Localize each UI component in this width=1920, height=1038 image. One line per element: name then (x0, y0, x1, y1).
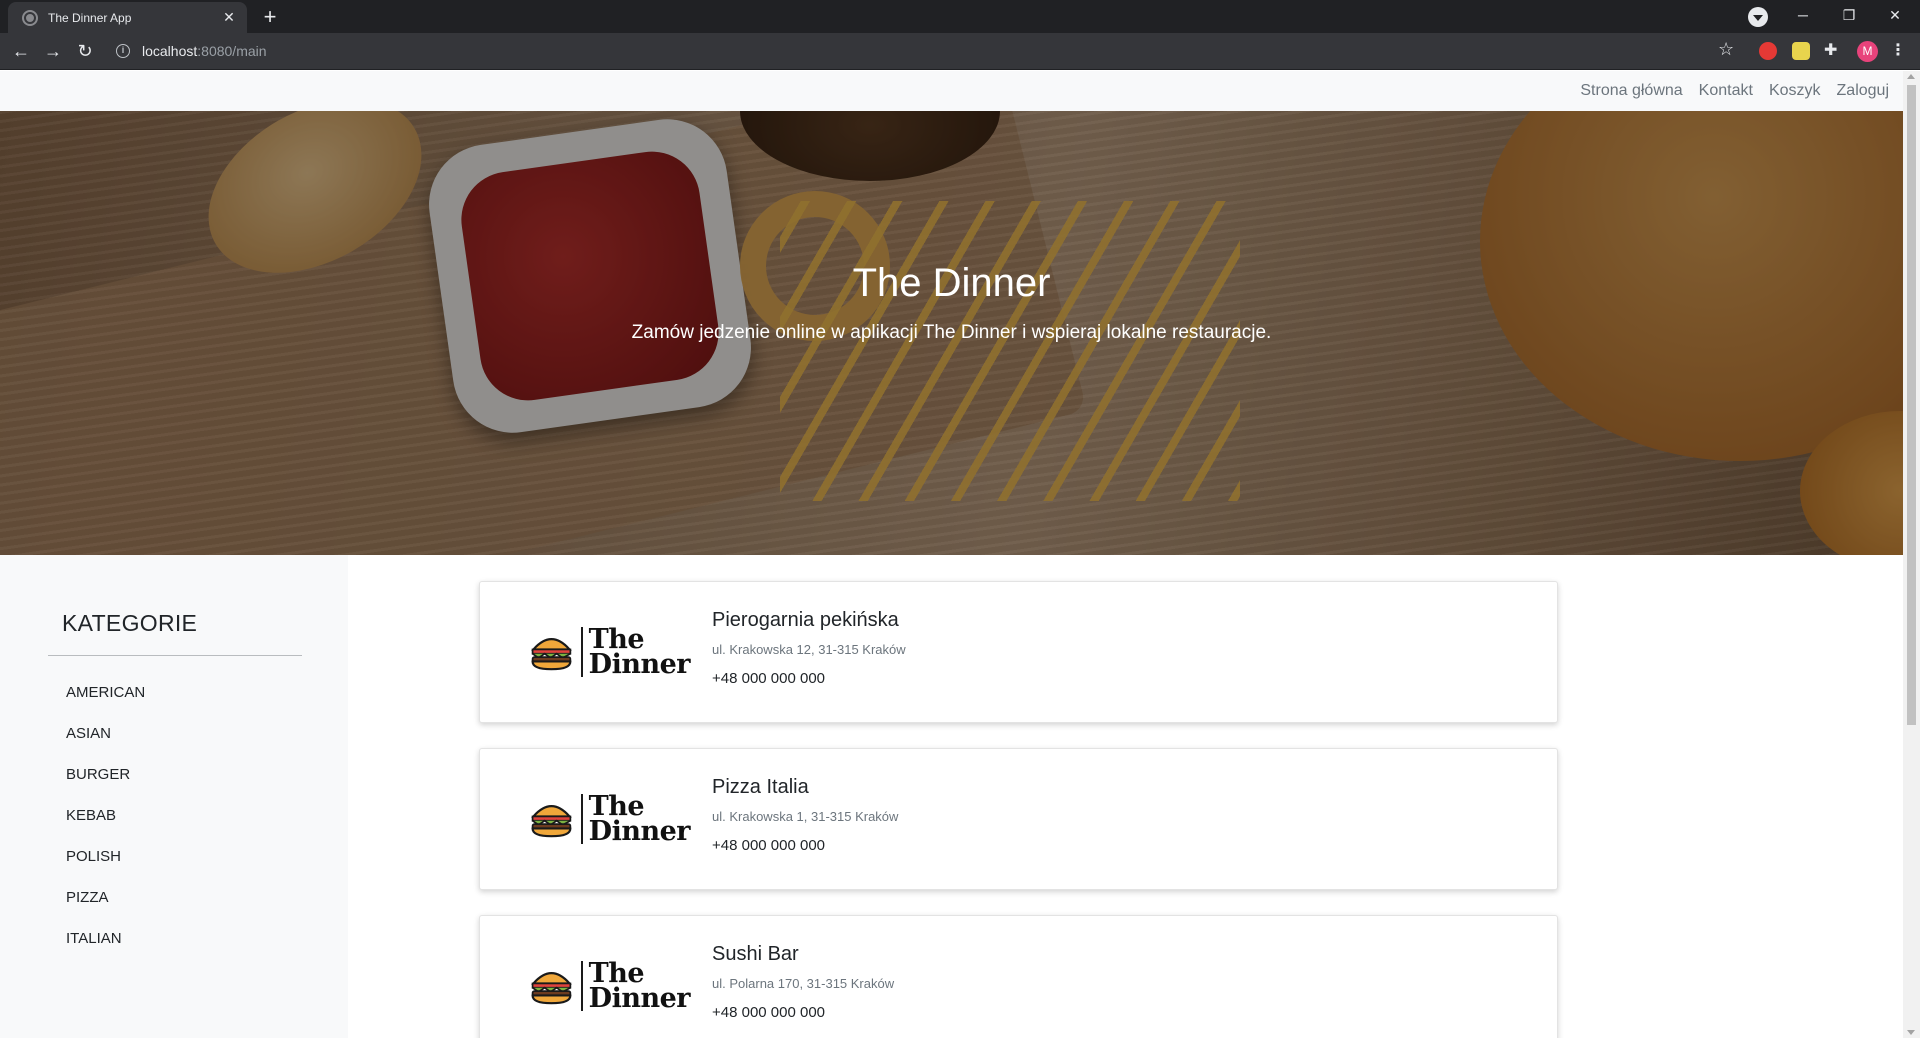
restaurant-phone: +48 000 000 000 (712, 837, 826, 854)
category-title: KATEGORIE (62, 610, 198, 636)
extension-red-icon[interactable] (1759, 42, 1777, 60)
restaurant-address: ul. Krakowska 12, 31-315 Kraków (712, 642, 906, 657)
browser-tab[interactable]: The Dinner App ✕ (8, 2, 247, 33)
restore-button[interactable]: ❐ (1826, 0, 1872, 30)
restaurant-name[interactable]: Pierogarnia pekińska (712, 609, 899, 632)
restaurant-card[interactable]: The Dinner Sushi Bar ul. Polarna 170, 31-… (479, 915, 1558, 1038)
minimize-button[interactable]: ─ (1780, 0, 1826, 30)
category-item-polish[interactable]: POLISH (66, 847, 145, 888)
nav-link-cart[interactable]: Koszyk (1769, 82, 1821, 100)
category-item-american[interactable]: AMERICAN (66, 683, 145, 724)
restaurant-logo: The Dinner (530, 956, 691, 1016)
browser-tab-bar: The Dinner App ✕ + ─ ❐ ✕ (0, 0, 1920, 33)
restaurant-phone: +48 000 000 000 (712, 1004, 826, 1021)
logo-divider (580, 961, 583, 1011)
restaurant-address: ul. Polarna 170, 31-315 Kraków (712, 976, 895, 991)
page-scrollbar[interactable] (1903, 71, 1920, 1038)
restaurant-card[interactable]: The Dinner Pizza Italia ul. Krakowska 1, … (479, 748, 1558, 890)
extensions-puzzle-icon[interactable]: ✚ (1824, 42, 1842, 60)
burger-icon (531, 972, 572, 1005)
address-bar[interactable]: localhost:8080/main (142, 43, 267, 59)
category-list: AMERICAN ASIAN BURGER KEBAB POLISH PIZZA… (66, 683, 145, 970)
forward-arrow-icon[interactable]: → (39, 37, 67, 65)
page: Strona główna Kontakt Koszyk Zaloguj The… (0, 71, 1903, 1038)
extension-yellow-icon[interactable] (1792, 42, 1810, 60)
category-item-burger[interactable]: BURGER (66, 765, 145, 806)
restaurant-logo: The Dinner (530, 789, 691, 849)
logo-line2: Dinner (588, 816, 691, 847)
category-item-italian[interactable]: ITALIAN (66, 929, 145, 970)
restaurant-name[interactable]: Pizza Italia (712, 776, 809, 799)
url-path: :8080/main (197, 43, 267, 59)
restaurant-logo: The Dinner (530, 622, 691, 682)
hero-title: The Dinner (852, 261, 1051, 305)
nav-links: Strona główna Kontakt Koszyk Zaloguj (1580, 71, 1889, 111)
site-info-icon[interactable]: i (116, 44, 130, 58)
tab-title: The Dinner App (48, 10, 132, 25)
scroll-down-arrow-icon[interactable] (1907, 1030, 1915, 1035)
hero-banner: The Dinner Zamów jedzenie online w aplik… (0, 111, 1903, 555)
category-sidebar: KATEGORIE AMERICAN ASIAN BURGER KEBAB PO… (0, 555, 348, 1038)
hero-subtitle: Zamów jedzenie online w aplikacji The Di… (631, 322, 1272, 343)
bookmark-star-icon[interactable]: ☆ (1718, 39, 1734, 60)
nav-link-contact[interactable]: Kontakt (1699, 82, 1753, 100)
close-window-button[interactable]: ✕ (1872, 0, 1918, 30)
new-tab-button[interactable]: + (256, 4, 284, 32)
restaurant-phone: +48 000 000 000 (712, 670, 826, 687)
burger-icon (531, 638, 572, 671)
restaurant-address: ul. Krakowska 1, 31-315 Kraków (712, 809, 899, 824)
category-item-asian[interactable]: ASIAN (66, 724, 145, 765)
url-host: localhost (142, 43, 198, 59)
back-arrow-icon[interactable]: ← (7, 37, 35, 65)
logo-text: The Dinner (588, 626, 691, 680)
browser-toolbar: ← → ↻ i localhost:8080/main ☆ ✚ M ⋮ (0, 33, 1920, 70)
tab-close-icon[interactable]: ✕ (221, 9, 237, 26)
nav-link-home[interactable]: Strona główna (1580, 82, 1682, 100)
category-divider (48, 655, 302, 656)
restaurant-card[interactable]: The Dinner Pierogarnia pekińska ul. Krako… (479, 581, 1558, 723)
scrollbar-thumb[interactable] (1907, 85, 1916, 725)
logo-line2: Dinner (588, 649, 691, 680)
logo-divider (580, 627, 583, 677)
browser-menu-icon[interactable]: ⋮ (1890, 40, 1906, 60)
tab-search-icon[interactable] (1748, 7, 1768, 27)
site-navbar: Strona główna Kontakt Koszyk Zaloguj (0, 71, 1903, 111)
burger-icon (531, 805, 572, 838)
logo-text: The Dinner (588, 960, 691, 1014)
profile-avatar[interactable]: M (1857, 41, 1878, 62)
nav-link-login[interactable]: Zaloguj (1837, 82, 1889, 100)
reload-icon[interactable]: ↻ (71, 37, 99, 65)
category-item-kebab[interactable]: KEBAB (66, 806, 145, 847)
globe-icon (22, 9, 38, 26)
category-item-pizza[interactable]: PIZZA (66, 888, 145, 929)
restaurant-name[interactable]: Sushi Bar (712, 943, 799, 966)
logo-line2: Dinner (588, 983, 691, 1014)
logo-text: The Dinner (588, 793, 691, 847)
scroll-up-arrow-icon[interactable] (1907, 74, 1915, 79)
logo-divider (580, 794, 583, 844)
